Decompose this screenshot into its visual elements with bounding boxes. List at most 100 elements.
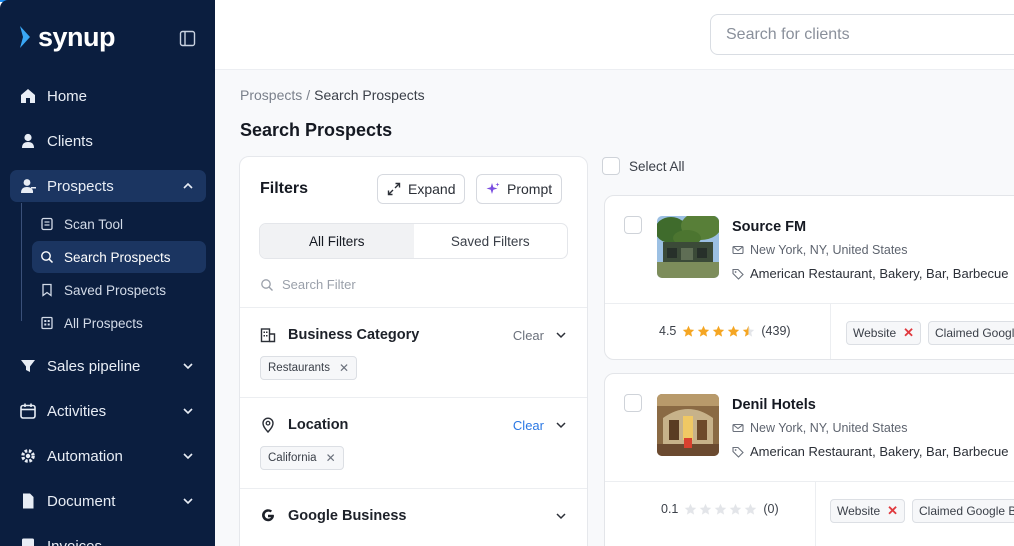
sidebar-item-prospects[interactable]: Prospects: [10, 170, 206, 202]
client-search-input[interactable]: Search for clients: [710, 14, 1014, 55]
user-icon: [19, 132, 37, 150]
clear-business-category-button[interactable]: Clear: [513, 328, 544, 343]
filter-section-label: Google Business: [288, 508, 407, 524]
sidebar-item-document[interactable]: Document: [10, 485, 206, 517]
sidebar-collapse-icon[interactable]: [179, 30, 196, 47]
breadcrumb: Prospects / Search Prospects: [240, 87, 425, 103]
tag-website: Website ✕: [830, 499, 906, 523]
breadcrumb-root-link[interactable]: Prospects: [240, 87, 302, 103]
filters-title: Filters: [260, 180, 309, 197]
tag-icon: [732, 446, 744, 458]
star-icon: [745, 503, 757, 515]
divider: [830, 303, 831, 359]
business-address: New York, NY, United States: [732, 243, 908, 257]
star-icon: [685, 503, 697, 515]
clear-location-button[interactable]: Clear: [513, 418, 544, 433]
remove-chip-icon[interactable]: ✕: [339, 361, 349, 375]
tag-label: Claimed Google: [935, 326, 1014, 340]
tag-label: Website: [837, 504, 881, 518]
chevron-down-icon: [183, 498, 193, 505]
document-icon: [19, 492, 37, 510]
tag-label: Claimed Google Business: [919, 504, 1014, 518]
divider: [240, 397, 587, 398]
gear-icon: [19, 447, 37, 465]
star-icon: [700, 503, 712, 515]
tab-all-filters[interactable]: All Filters: [260, 224, 414, 258]
subnav-guide-line: [21, 203, 22, 321]
star-rating: [684, 503, 757, 516]
sidebar-subitem-label: Scan Tool: [64, 216, 124, 232]
filter-section-google-business[interactable]: Google Business: [260, 506, 570, 526]
filter-section-business-category[interactable]: Business Category Clear: [260, 325, 570, 345]
mail-icon: [732, 422, 744, 434]
chevron-down-icon[interactable]: [555, 419, 567, 431]
sidebar-item-clients[interactable]: Clients: [10, 125, 206, 157]
prospects-icon: [19, 177, 37, 195]
review-count: (0): [763, 502, 779, 516]
prospect-card[interactable]: Denil Hotels New York, NY, United States…: [604, 373, 1014, 546]
tab-saved-filters[interactable]: Saved Filters: [414, 224, 568, 258]
divider: [605, 303, 1014, 304]
sidebar-subitem-saved-prospects[interactable]: Saved Prospects: [32, 274, 206, 306]
missing-x-icon: ✕: [903, 325, 915, 340]
sidebar-item-automation[interactable]: Automation: [10, 440, 206, 472]
prospect-card[interactable]: Source FM New York, NY, United States Am…: [604, 195, 1014, 360]
rating-row: 0.1 (0): [661, 502, 779, 516]
logo-text: synup: [38, 22, 116, 52]
star-icon: [698, 325, 710, 337]
filter-section-label: Location: [288, 417, 349, 433]
chevron-down-icon[interactable]: [555, 510, 567, 522]
app-logo[interactable]: synup: [18, 22, 116, 52]
chevron-down-icon: [183, 363, 193, 370]
breadcrumb-separator: /: [306, 87, 311, 103]
sidebar-item-sales-pipeline[interactable]: Sales pipeline: [10, 350, 206, 382]
breadcrumb-current: Search Prospects: [314, 87, 425, 103]
sidebar-item-home[interactable]: Home: [10, 80, 206, 112]
star-icon: [743, 325, 755, 337]
sidebar-subitem-all-prospects[interactable]: All Prospects: [32, 307, 206, 339]
search-icon: [260, 278, 274, 292]
sidebar-subitem-label: Search Prospects: [64, 249, 171, 265]
rating-value: 0.1: [661, 502, 679, 516]
select-all-checkbox[interactable]: Select All: [602, 157, 685, 175]
star-icon: [683, 325, 695, 337]
sidebar-item-label: Clients: [47, 132, 93, 150]
sidebar-item-activities[interactable]: Activities: [10, 395, 206, 427]
grid-icon: [40, 316, 54, 330]
prompt-button[interactable]: Prompt: [476, 174, 563, 204]
categories-text: American Restaurant, Bakery, Bar, Barbec…: [750, 266, 1009, 281]
bookmark-icon: [40, 283, 54, 297]
top-bar: Search for clients: [215, 0, 1014, 70]
page-title: Search Prospects: [240, 120, 393, 140]
filter-chip-restaurants: Restaurants ✕: [260, 356, 358, 380]
divider: [815, 481, 816, 546]
prospect-checkbox[interactable]: [624, 394, 642, 412]
select-all-label: Select All: [629, 158, 685, 174]
synup-logo-mark-icon: [20, 26, 30, 48]
calendar-icon: [19, 402, 37, 420]
chevron-down-icon: [183, 408, 193, 415]
business-categories: American Restaurant, Bakery, Bar, Barbec…: [732, 444, 1008, 459]
search-icon: [40, 250, 54, 264]
building-icon: [260, 327, 276, 343]
business-name[interactable]: Source FM: [732, 219, 806, 235]
sidebar-item-invoices[interactable]: Invoices: [10, 530, 206, 546]
filter-search-input[interactable]: Search Filter: [260, 277, 356, 292]
scan-icon: [40, 217, 54, 231]
sidebar-item-label: Sales pipeline: [47, 357, 141, 375]
filter-section-location[interactable]: Location Clear: [260, 415, 570, 435]
tag-website: Website ✕: [846, 321, 922, 345]
filter-chip-california: California ✕: [260, 446, 344, 470]
rating-row: 4.5 (439): [659, 324, 791, 338]
business-name[interactable]: Denil Hotels: [732, 397, 816, 413]
sidebar-subitem-search-prospects[interactable]: Search Prospects: [32, 241, 206, 273]
chevron-down-icon[interactable]: [555, 329, 567, 341]
invoice-icon: [19, 537, 37, 546]
expand-button[interactable]: Expand: [377, 174, 466, 204]
filter-search-placeholder: Search Filter: [282, 277, 356, 292]
sidebar-subitem-scan-tool[interactable]: Scan Tool: [32, 208, 206, 240]
divider: [240, 488, 587, 489]
remove-chip-icon[interactable]: ✕: [326, 451, 336, 465]
checkbox[interactable]: [602, 157, 620, 175]
prospect-checkbox[interactable]: [624, 216, 642, 234]
